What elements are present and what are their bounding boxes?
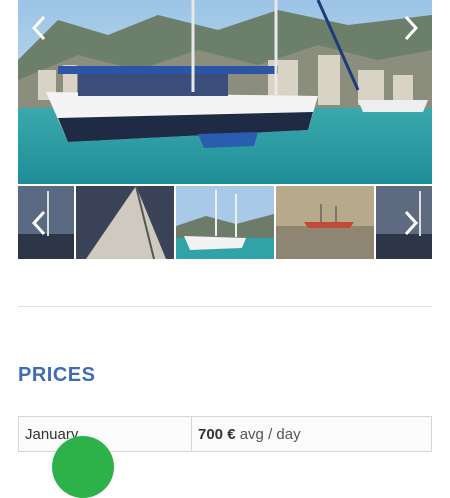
price-amount: 700 € bbox=[198, 425, 236, 443]
chevron-left-icon bbox=[31, 15, 46, 41]
section-divider bbox=[18, 306, 432, 307]
gallery-next-button[interactable] bbox=[396, 8, 426, 48]
gallery-prev-button[interactable] bbox=[24, 8, 54, 48]
chevron-right-icon bbox=[404, 210, 419, 236]
prices-title: PRICES bbox=[18, 364, 96, 386]
boat-photo bbox=[18, 0, 432, 184]
chat-badge[interactable] bbox=[52, 436, 114, 498]
thumbnail-4[interactable] bbox=[276, 186, 374, 259]
chevron-left-icon bbox=[31, 210, 46, 236]
price-cell: 700 € avg / day bbox=[191, 416, 432, 452]
thumbnail-3[interactable] bbox=[176, 186, 274, 259]
thumbnails-next-button[interactable] bbox=[396, 203, 426, 243]
gallery-thumbnails bbox=[18, 186, 432, 259]
thumbnails-prev-button[interactable] bbox=[24, 203, 54, 243]
chevron-right-icon bbox=[404, 15, 419, 41]
gallery-main-image[interactable] bbox=[18, 0, 432, 184]
price-unit: avg / day bbox=[239, 425, 301, 443]
thumbnail-2[interactable] bbox=[76, 186, 174, 259]
